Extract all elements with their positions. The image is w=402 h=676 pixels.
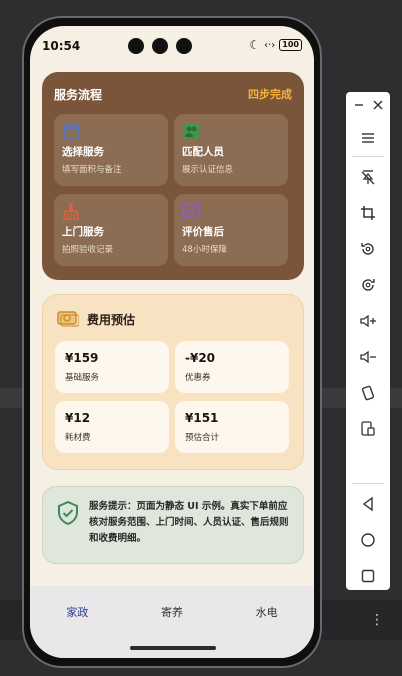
fee-item: ¥159 基础服务 (55, 341, 169, 393)
fee-item: ¥151 预估合计 (175, 401, 289, 453)
camera-dot (128, 38, 144, 54)
rotate-device-icon[interactable] (354, 379, 382, 407)
step-title: 评价售后 (182, 226, 224, 238)
minimize-icon[interactable] (354, 98, 364, 112)
overview-icon[interactable] (354, 562, 382, 590)
back-icon[interactable] (354, 490, 382, 518)
estimate-title: 费用预估 (87, 312, 136, 327)
emulator-toolbar (346, 92, 390, 590)
home-icon[interactable] (354, 526, 382, 554)
step-select-service[interactable]: 选择服务 填写面积与备注 (54, 114, 168, 186)
camera-dot (152, 38, 168, 54)
toolbar-divider (352, 156, 384, 157)
fee-item: -¥20 优惠券 (175, 341, 289, 393)
volume-up-icon[interactable] (354, 307, 382, 335)
battery-icon: 100 (279, 39, 302, 51)
fee-label: 耗材费 (65, 433, 91, 443)
status-time: 10:54 (42, 39, 81, 53)
step-match-staff[interactable]: 匹配人员 展示认证信息 (174, 114, 288, 186)
phone-frame: 10:54 ☾ ‹·› 100 服务流程 四步完成 选择服务 填写面积与备注 匹… (22, 16, 322, 668)
calendar-icon (63, 123, 79, 139)
fee-value: ¥151 (185, 411, 219, 425)
broom-icon (63, 203, 79, 220)
tab-boarding[interactable]: 寄养 (132, 604, 212, 624)
toolbar-divider (352, 483, 384, 484)
close-icon[interactable] (372, 98, 384, 112)
fee-value: ¥159 (65, 351, 99, 365)
step-title: 匹配人员 (182, 146, 224, 158)
fee-item: ¥12 耗材费 (55, 401, 169, 453)
fee-label: 优惠券 (185, 373, 211, 383)
step-subtitle: 填写面积与备注 (62, 165, 122, 175)
rotate-left-icon[interactable] (354, 235, 382, 263)
moon-icon: ☾ (249, 38, 261, 52)
step-title: 选择服务 (62, 146, 104, 158)
pin-off-icon[interactable] (354, 163, 382, 191)
service-flow-card: 服务流程 四步完成 选择服务 填写面积与备注 匹配人员 展示认证信息 上门服务 (42, 72, 304, 280)
tab-plumbing[interactable]: 水电 (227, 604, 307, 624)
fee-label: 基础服务 (65, 373, 100, 383)
fee-value: -¥20 (185, 351, 216, 365)
chat-icon (182, 203, 200, 220)
menu-icon[interactable] (354, 124, 382, 152)
step-subtitle: 48小时保障 (182, 245, 227, 255)
tab-housekeeping[interactable]: 家政 (37, 604, 117, 624)
tip-text: 服务提示：页面为静态 UI 示例。真实下单前应核对服务范围、上门时间、人员认证、… (89, 501, 289, 544)
flow-badge: 四步完成 (248, 88, 292, 101)
fee-value: ¥12 (65, 411, 91, 425)
phone-screen: 10:54 ☾ ‹·› 100 服务流程 四步完成 选择服务 填写面积与备注 匹… (30, 26, 314, 658)
shield-check-icon (58, 501, 78, 525)
volume-down-icon[interactable] (354, 343, 382, 371)
status-icons: ☾ ‹·› 100 (249, 38, 302, 52)
camera-dot (176, 38, 192, 54)
fee-label: 预估合计 (185, 433, 220, 443)
home-indicator[interactable] (130, 646, 216, 650)
flow-title: 服务流程 (54, 87, 103, 102)
step-onsite-service[interactable]: 上门服务 拍照验收记录 (54, 194, 168, 266)
crop-icon[interactable] (354, 199, 382, 227)
step-subtitle: 拍照验收记录 (62, 245, 114, 255)
rotate-right-icon[interactable] (354, 271, 382, 299)
step-review-aftersale[interactable]: 评价售后 48小时保障 (174, 194, 288, 266)
step-title: 上门服务 (62, 226, 104, 238)
more-icon[interactable]: ⋮ (370, 612, 384, 628)
money-icon (57, 311, 79, 327)
bottom-tab-bar: 家政 寄养 水电 (30, 586, 314, 658)
screenshot-icon[interactable] (354, 415, 382, 443)
status-bar: 10:54 ☾ ‹·› 100 (30, 26, 314, 60)
data-arrows-icon: ‹·› (264, 39, 276, 51)
service-tip-card: 服务提示：页面为静态 UI 示例。真实下单前应核对服务范围、上门时间、人员认证、… (42, 486, 304, 564)
cost-estimate-card: 费用预估 ¥159 基础服务 -¥20 优惠券 ¥12 耗材费 ¥151 预估合… (42, 294, 304, 470)
people-icon (183, 123, 199, 139)
step-subtitle: 展示认证信息 (182, 165, 234, 175)
